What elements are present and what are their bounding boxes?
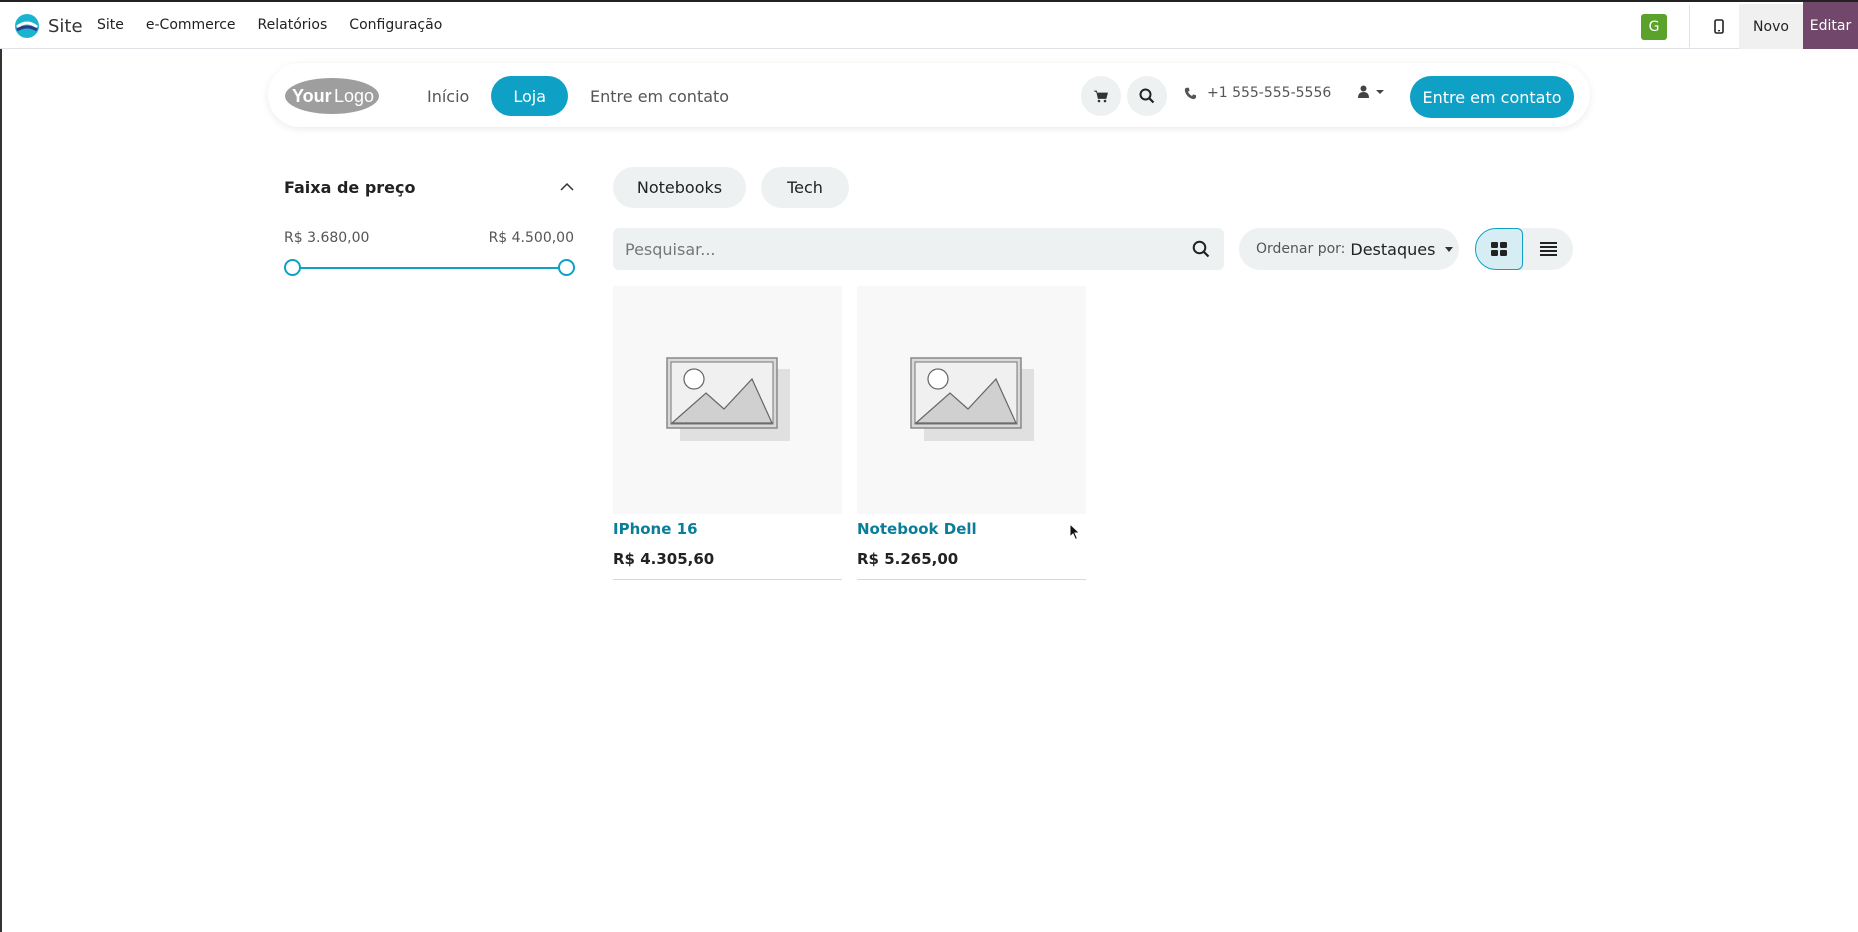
sort-dropdown[interactable]: Ordenar por: Destaques — [1239, 228, 1459, 270]
chevron-down-icon — [1376, 89, 1384, 94]
window-edge — [0, 49, 2, 932]
price-range-filter: Faixa de preço R$ 3.680,00 R$ 4.500,00 — [284, 178, 575, 276]
app-name: Site — [48, 15, 83, 37]
caret-down-icon — [1445, 246, 1454, 252]
new-button[interactable]: Novo — [1739, 4, 1803, 49]
product-search — [613, 228, 1224, 270]
product-card[interactable]: Notebook Dell R$ 5.265,00 — [857, 286, 1086, 580]
app-brand[interactable]: Site — [14, 13, 83, 39]
mobile-phone-icon — [1714, 19, 1724, 34]
menu-configuration[interactable]: Configuração — [349, 17, 442, 33]
phone-number: +1 555-555-5556 — [1207, 85, 1332, 101]
product-name[interactable]: Notebook Dell — [857, 520, 977, 538]
main-nav: Início Loja Entre em contato — [405, 76, 751, 116]
nav-shop[interactable]: Loja — [491, 76, 569, 116]
product-price: R$ 4.305,60 — [613, 550, 715, 568]
filter-title: Faixa de preço — [284, 178, 416, 197]
min-price-label: R$ 3.680,00 — [284, 230, 370, 246]
admin-bar: Site Site e-Commerce Relatórios Configur… — [0, 0, 1858, 49]
search-toggle-button[interactable] — [1127, 76, 1167, 116]
image-placeholder-icon — [909, 357, 1034, 441]
user-dropdown[interactable] — [1358, 85, 1385, 98]
odoo-logo-icon — [15, 14, 39, 38]
mobile-preview-button[interactable] — [1700, 4, 1738, 49]
list-icon — [1540, 242, 1557, 256]
price-slider-track[interactable] — [292, 267, 566, 269]
menu-reports[interactable]: Relatórios — [258, 17, 328, 33]
user-avatar[interactable]: G — [1641, 14, 1667, 40]
list-view-button[interactable] — [1524, 228, 1573, 270]
grid-view-button[interactable] — [1475, 228, 1523, 270]
edit-button[interactable]: Editar — [1803, 2, 1858, 49]
mouse-cursor-icon — [1069, 523, 1081, 541]
sort-value: Destaques — [1350, 239, 1436, 259]
phone-icon — [1184, 87, 1196, 99]
image-placeholder-icon — [665, 357, 790, 441]
nav-home[interactable]: Início — [405, 76, 491, 116]
max-price-label: R$ 4.500,00 — [488, 230, 574, 246]
product-card[interactable]: IPhone 16 R$ 4.305,60 — [613, 286, 842, 580]
website-header: Your Logo Início Loja Entre em contato +… — [268, 63, 1590, 127]
menu-ecommerce[interactable]: e-Commerce — [146, 17, 236, 33]
chevron-up-icon[interactable] — [560, 182, 574, 191]
search-input[interactable] — [625, 228, 1165, 270]
cart-icon — [1094, 90, 1108, 102]
view-toggle — [1475, 228, 1573, 270]
category-chip-notebooks[interactable]: Notebooks — [613, 167, 746, 208]
nav-contact[interactable]: Entre em contato — [568, 76, 751, 116]
contact-cta-button[interactable]: Entre em contato — [1410, 76, 1574, 118]
your-logo-image[interactable]: Your Logo — [284, 75, 380, 115]
product-price: R$ 5.265,00 — [857, 550, 959, 568]
sort-label: Ordenar por: — [1256, 241, 1346, 257]
max-price-handle[interactable] — [558, 259, 575, 276]
svg-text:Your: Your — [292, 86, 332, 106]
product-image[interactable] — [613, 286, 842, 514]
admin-menu: Site e-Commerce Relatórios Configuração — [97, 17, 464, 33]
phone-link[interactable]: +1 555-555-5556 — [1184, 85, 1331, 101]
product-name[interactable]: IPhone 16 — [613, 520, 698, 538]
product-image[interactable] — [857, 286, 1086, 514]
search-icon[interactable] — [1192, 240, 1210, 258]
category-chip-tech[interactable]: Tech — [761, 167, 849, 208]
cart-button[interactable] — [1081, 76, 1121, 116]
svg-text:Logo: Logo — [334, 86, 374, 106]
divider — [1689, 5, 1690, 47]
price-values: R$ 3.680,00 R$ 4.500,00 — [284, 230, 574, 246]
search-icon — [1139, 88, 1155, 104]
min-price-handle[interactable] — [284, 259, 301, 276]
menu-site[interactable]: Site — [97, 17, 124, 33]
grid-icon — [1491, 242, 1507, 256]
user-icon — [1358, 85, 1369, 98]
